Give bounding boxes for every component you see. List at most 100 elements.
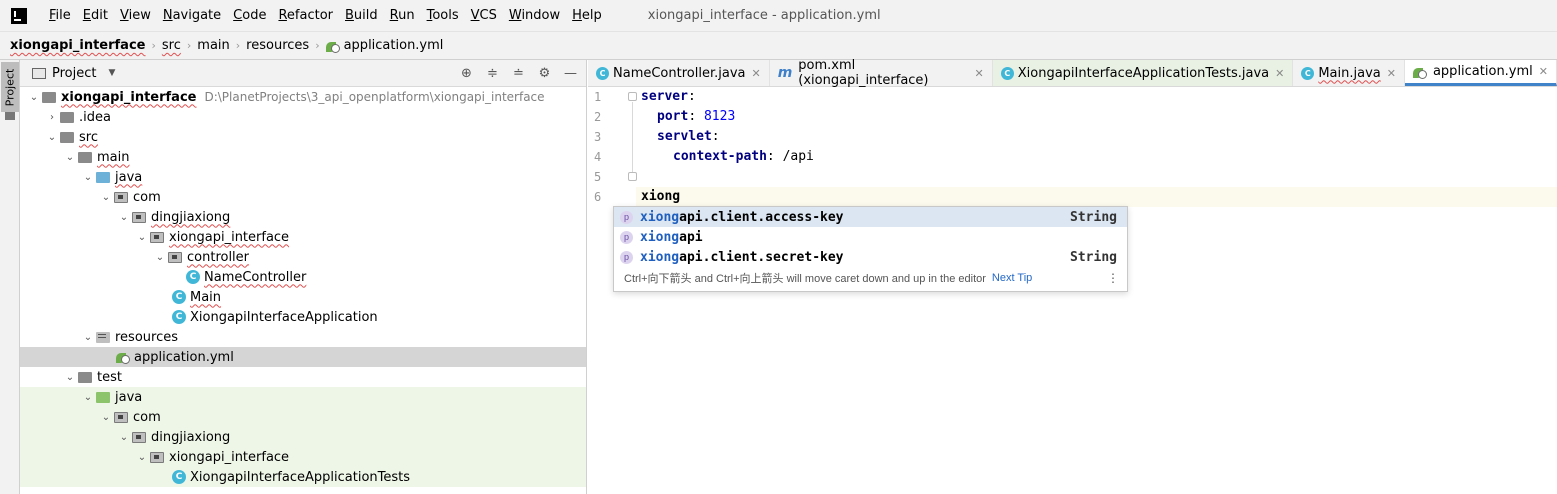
tab-application-yml[interactable]: application.yml ✕ [1404,60,1557,86]
tree-item-test-xiongapi-interface[interactable]: ⌄ xiongapi_interface [20,447,586,467]
tree-item-namecontroller[interactable]: › C NameController [20,267,586,287]
close-icon[interactable]: ✕ [1387,67,1396,80]
more-options-icon[interactable]: ⋮ [1107,271,1119,285]
chevron-down-icon[interactable]: ⌄ [80,172,96,183]
breadcrumb-resources[interactable]: resources [246,38,309,53]
chevron-down-icon[interactable]: ⌄ [26,92,42,103]
yaml-file-icon [325,39,340,53]
package-icon [150,451,164,463]
menu-vcs[interactable]: VCS [465,0,503,32]
close-icon[interactable]: ✕ [1275,67,1284,80]
tab-namecontroller[interactable]: C NameController.java ✕ [588,60,770,86]
yaml-key: server [641,89,688,104]
line-number: 2 [594,110,602,124]
tool-window-strip: Project [0,60,20,494]
menu-refactor[interactable]: Refactor [272,0,339,32]
menu-view[interactable]: View [114,0,157,32]
folder-icon [60,111,74,123]
chevron-down-icon[interactable]: ⌄ [98,412,114,423]
yaml-key: context-path [673,149,767,164]
chevron-down-icon[interactable]: ⌄ [134,452,150,463]
module-folder-icon [42,91,56,103]
tree-item-test-dingjiaxiong[interactable]: ⌄ dingjiaxiong [20,427,586,447]
completion-item[interactable]: p xiong api.client.access-key String [614,207,1127,227]
menu-window[interactable]: Window [503,0,566,32]
breadcrumb-file[interactable]: application.yml [344,38,444,53]
tree-item-label: java [115,389,143,405]
chevron-right-icon[interactable]: › [44,112,60,123]
chevron-down-icon[interactable]: ⌄ [62,152,78,163]
locate-file-icon[interactable]: ⊕ [459,66,474,81]
fold-marker-icon[interactable] [628,92,637,101]
menu-code[interactable]: Code [227,0,272,32]
chevron-down-icon[interactable]: ⌄ [62,372,78,383]
menu-tools[interactable]: Tools [421,0,465,32]
chevron-down-icon[interactable]: ⌄ [80,392,96,403]
completion-match: xiong [640,229,680,245]
close-icon[interactable]: ✕ [751,67,760,80]
code-line: server: [641,87,1557,107]
tree-item-controller[interactable]: ⌄ controller [20,247,586,267]
completion-item[interactable]: p xiong api.client.secret-key String [614,247,1127,267]
completion-type: String [1070,209,1117,225]
package-icon [114,411,128,423]
tree-item-test[interactable]: ⌄ test [20,367,586,387]
gear-icon[interactable]: ⚙ [537,66,552,81]
chevron-down-icon[interactable]: ⌄ [134,232,150,243]
chevron-down-icon[interactable]: ⌄ [152,252,168,263]
tree-item-src[interactable]: ⌄ src [20,127,586,147]
hide-icon[interactable]: — [563,66,578,81]
tree-item-project[interactable]: ⌄ xiongapi_interface D:\PlanetProjects\3… [20,87,586,107]
menu-edit[interactable]: Edit [77,0,114,32]
tree-item-label: src [79,129,98,145]
chevron-down-icon[interactable]: ⌄ [98,192,114,203]
tree-item-application-class[interactable]: › C XiongapiInterfaceApplication [20,307,586,327]
close-icon[interactable]: ✕ [1539,65,1548,78]
chevron-down-icon[interactable]: ⌄ [116,432,132,443]
tab-tests[interactable]: C XiongapiInterfaceApplicationTests.java… [992,60,1294,86]
tree-item-dingjiaxiong[interactable]: ⌄ dingjiaxiong [20,207,586,227]
code-line-current: xiong [636,187,1557,207]
next-tip-link[interactable]: Next Tip [992,272,1032,284]
code-line: servlet: [641,127,1557,147]
collapse-all-icon[interactable]: ≐ [511,66,526,81]
fold-marker-icon[interactable] [628,172,637,181]
tab-pom[interactable]: m pom.xml (xiongapi_interface) ✕ [770,58,993,88]
project-panel-title: Project [52,65,97,81]
breadcrumb-src[interactable]: src [162,38,181,53]
tree-item-java[interactable]: ⌄ java [20,167,586,187]
code-text[interactable]: server: port: 8123 servlet: context-path… [636,87,1557,207]
breadcrumb-main[interactable]: main [197,38,229,53]
completion-item[interactable]: p xiong api [614,227,1127,247]
menu-help[interactable]: Help [566,0,608,32]
menu-navigate[interactable]: Navigate [157,0,227,32]
chevron-down-icon[interactable]: ⌄ [80,332,96,343]
menu-run[interactable]: Run [384,0,421,32]
menu-file[interactable]: File [43,0,77,32]
tree-item-tests-class[interactable]: › C XiongapiInterfaceApplicationTests [20,467,586,487]
tree-item-main[interactable]: ⌄ main [20,147,586,167]
tree-item-main-class[interactable]: › C Main [20,287,586,307]
project-view-selector[interactable]: Project ▼ [32,66,115,81]
completion-match: xiong [640,209,680,225]
tree-item-application-yml[interactable]: › application.yml [20,347,586,367]
editor-tabs: C NameController.java ✕ m pom.xml (xiong… [588,58,1557,88]
tab-main[interactable]: C Main.java ✕ [1293,60,1405,86]
test-class-icon: C [172,470,186,484]
chevron-down-icon[interactable]: ⌄ [116,212,132,223]
project-tool-tab[interactable]: Project [1,62,19,112]
chevron-down-icon[interactable]: ⌄ [44,132,60,143]
expand-all-icon[interactable]: ≑ [485,66,500,81]
tree-item-test-java[interactable]: ⌄ java [20,387,586,407]
yaml-sep: : [687,89,696,104]
tree-item-test-com[interactable]: ⌄ com [20,407,586,427]
tree-item-idea[interactable]: › .idea [20,107,586,127]
tree-item-resources[interactable]: ⌄ resources [20,327,586,347]
tree-item-com[interactable]: ⌄ com [20,187,586,207]
menu-build[interactable]: Build [339,0,384,32]
breadcrumb-project[interactable]: xiongapi_interface [10,38,145,53]
close-icon[interactable]: ✕ [975,67,984,80]
project-path: D:\PlanetProjects\3_api_openplatform\xio… [204,90,545,104]
tree-item-xiongapi-interface[interactable]: ⌄ xiongapi_interface [20,227,586,247]
